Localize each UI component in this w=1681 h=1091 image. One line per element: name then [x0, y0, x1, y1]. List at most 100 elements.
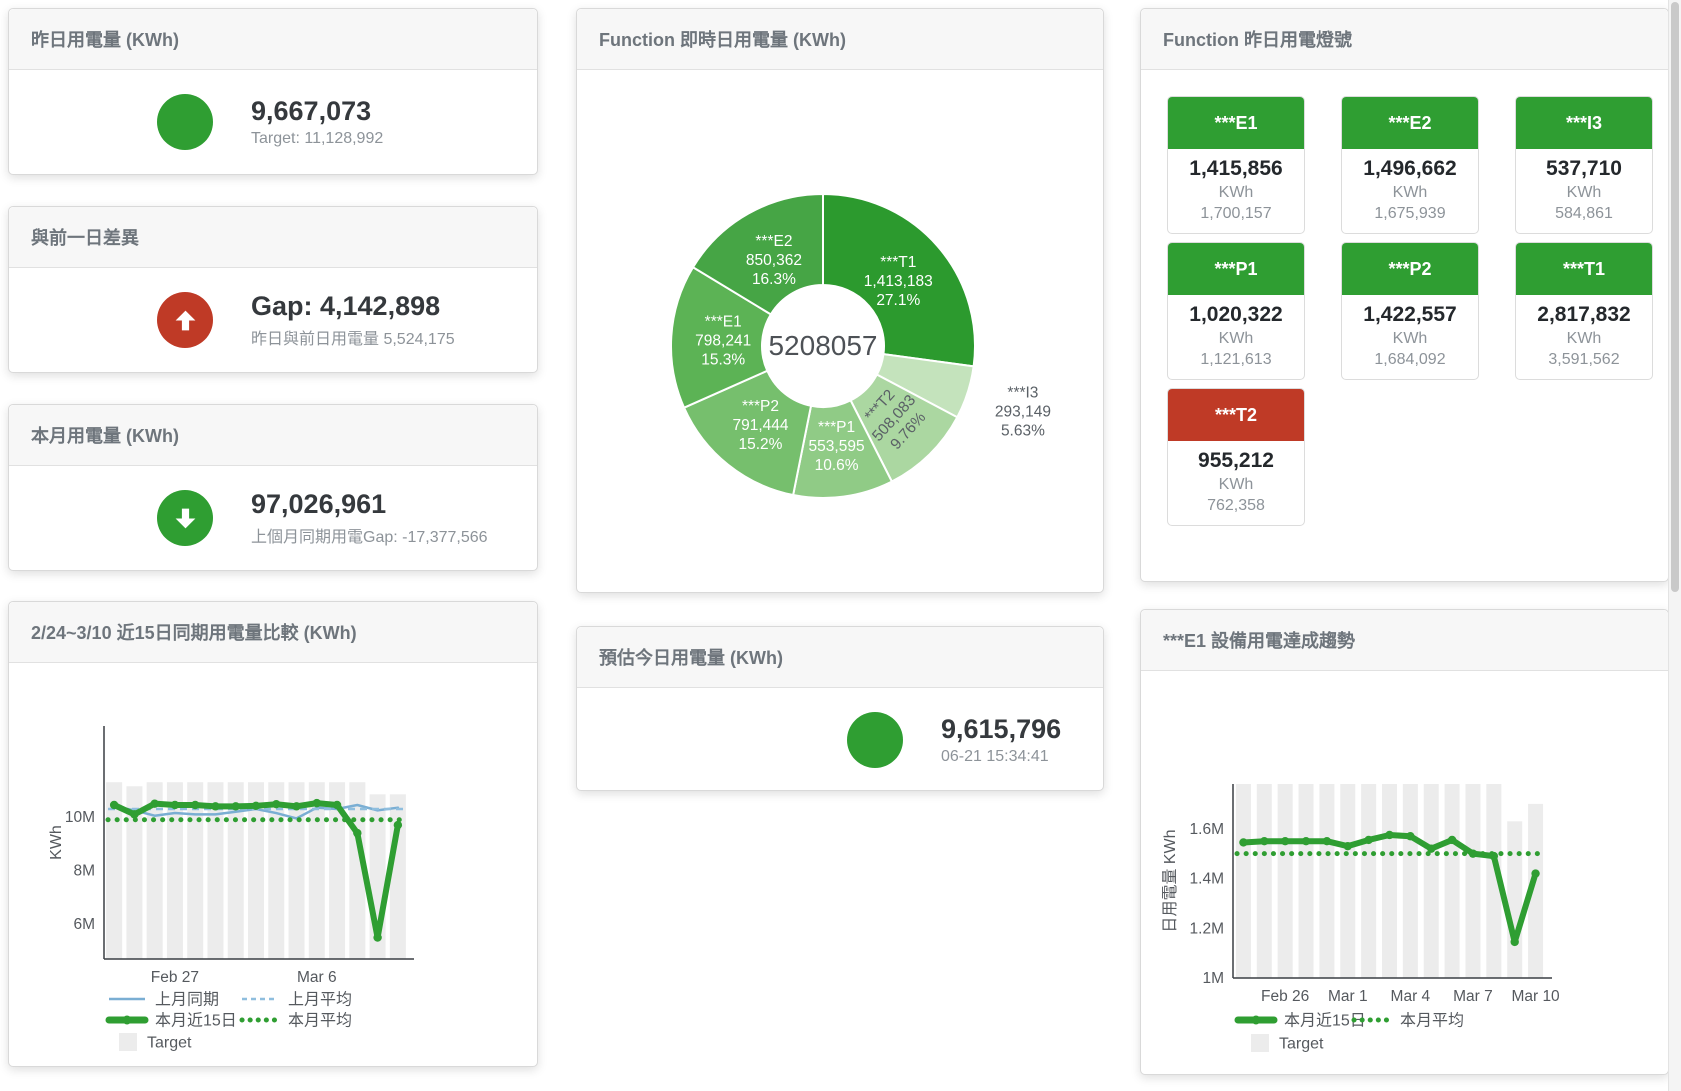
card-title: Function 昨日用電燈號	[1141, 9, 1668, 70]
svg-text:5208057: 5208057	[768, 330, 877, 361]
card-estimate-today: 預估今日用電量 (KWh) 9,615,796 06-21 15:34:41	[576, 626, 1104, 791]
svg-text:1.6M: 1.6M	[1190, 821, 1224, 838]
vertical-scrollbar	[1668, 0, 1681, 1091]
svg-text:Mar 10: Mar 10	[1511, 988, 1560, 1005]
realtime-donut-chart: ***T11,413,18327.1%***I3293,1495.63%***T…	[577, 70, 1105, 590]
lamp-name: ***T1	[1516, 243, 1652, 295]
lamp-name: ***E2	[1342, 97, 1478, 149]
card-e1-trend: ***E1 設備用電達成趨勢 1M 1.2M 1.4M 1.6M Feb 26 Mar 1…	[1140, 609, 1669, 1075]
stat-body: 97,026,961 上個月同期用電Gap: -17,377,566	[9, 466, 537, 570]
lamp-unit: KWh	[1344, 184, 1476, 202]
stat-value: Gap: 4,142,898	[251, 291, 455, 322]
svg-text:上月平均: 上月平均	[288, 991, 352, 1009]
lamp-name: ***I3	[1516, 97, 1652, 149]
lamp-tile-e2: ***E2 1,496,662 KWh 1,675,939	[1341, 96, 1479, 234]
lamp-tile-t1: ***T1 2,817,832 KWh 3,591,562	[1515, 242, 1653, 380]
svg-text:8M: 8M	[73, 863, 95, 880]
lamp-value: 1,415,856	[1170, 157, 1302, 181]
card-title: 與前一日差異	[9, 207, 537, 268]
lamp-unit: KWh	[1170, 184, 1302, 202]
svg-text:Mar 1: Mar 1	[1328, 988, 1368, 1005]
lamp-value: 1,020,322	[1170, 303, 1302, 327]
stat-subtext: 上個月同期用電Gap: -17,377,566	[251, 523, 488, 547]
svg-text:Mar 4: Mar 4	[1391, 988, 1431, 1005]
lamp-tile-e1: ***E1 1,415,856 KWh 1,700,157	[1167, 96, 1305, 234]
arrow-down-circle-icon	[157, 490, 213, 546]
status-circle-green-icon	[157, 94, 213, 150]
svg-text:日用電量 KWh: 日用電量 KWh	[1162, 829, 1179, 932]
lamp-unit: KWh	[1170, 330, 1302, 348]
stat-body: 9,667,073 Target: 11,128,992	[9, 70, 537, 174]
lamp-tile-p2: ***P2 1,422,557 KWh 1,684,092	[1341, 242, 1479, 380]
card-compare-chart: 2/24~3/10 近15日同期用電量比較 (KWh) 6M 8M 10M Feb 2…	[8, 601, 538, 1067]
lamp-target: 3,591,562	[1518, 351, 1650, 369]
lamp-unit: KWh	[1518, 330, 1650, 348]
svg-text:本月平均: 本月平均	[1400, 1012, 1464, 1030]
card-month-usage: 本月用電量 (KWh) 97,026,961 上個月同期用電Gap: -17,3…	[8, 404, 538, 571]
stat-value: 9,667,073	[251, 96, 383, 127]
lamp-tile-p1: ***P1 1,020,322 KWh 1,121,613	[1167, 242, 1305, 380]
svg-text:Feb 26: Feb 26	[1261, 988, 1309, 1005]
e1-trend-line-chart: 1M 1.2M 1.4M 1.6M Feb 26 Mar 1 Mar 4 Mar 7 Mar 1…	[1141, 671, 1668, 1075]
svg-text:Mar 7: Mar 7	[1453, 988, 1493, 1005]
lamp-target: 584,861	[1518, 205, 1650, 223]
card-title: ***E1 設備用電達成趨勢	[1141, 610, 1668, 671]
stat-value: 9,615,796	[941, 714, 1061, 745]
stat-subtext: 昨日與前日用電量 5,524,175	[251, 325, 455, 349]
lamp-value: 2,817,832	[1518, 303, 1650, 327]
card-yesterday-usage: 昨日用電量 (KWh) 9,667,073 Target: 11,128,992	[8, 8, 538, 175]
svg-text:Feb 27: Feb 27	[151, 969, 199, 986]
svg-text:6M: 6M	[73, 916, 95, 933]
card-title: Function 即時日用電量 (KWh)	[577, 9, 1103, 70]
lamp-target: 762,358	[1170, 497, 1302, 515]
lamp-value: 1,496,662	[1344, 157, 1476, 181]
arrow-up-circle-icon	[157, 292, 213, 348]
lamp-unit: KWh	[1344, 330, 1476, 348]
svg-text:1.4M: 1.4M	[1190, 871, 1224, 888]
compare-line-chart: 6M 8M 10M Feb 27 Mar 6 KWh 上月同期 上月平均本月近15日 本月平均 T…	[9, 663, 537, 1067]
card-realtime-donut: Function 即時日用電量 (KWh) ***T11,413,18327.1…	[576, 8, 1104, 593]
svg-text:本月近15日: 本月近15日	[155, 1012, 237, 1030]
svg-text:***I3293,1495.63%: ***I3293,1495.63%	[995, 384, 1051, 439]
arrow-up-icon	[172, 307, 199, 334]
card-title: 2/24~3/10 近15日同期用電量比較 (KWh)	[9, 602, 537, 663]
lamp-unit: KWh	[1170, 476, 1302, 494]
status-circle-green-icon	[847, 712, 903, 768]
card-title: 預估今日用電量 (KWh)	[577, 627, 1103, 688]
arrow-down-icon	[172, 505, 199, 532]
svg-text:Target: Target	[1279, 1036, 1324, 1053]
lamp-name: ***P1	[1168, 243, 1304, 295]
lamp-name: ***T2	[1168, 389, 1304, 441]
lamp-unit: KWh	[1518, 184, 1650, 202]
svg-text:KWh: KWh	[48, 825, 65, 860]
lamp-tile-t2: ***T2 955,212 KWh 762,358	[1167, 388, 1305, 526]
card-title: 本月用電量 (KWh)	[9, 405, 537, 466]
lamp-tile-i3: ***I3 537,710 KWh 584,861	[1515, 96, 1653, 234]
card-lamp-status: Function 昨日用電燈號 ***E1 1,415,856 KWh 1,70…	[1140, 8, 1669, 582]
svg-text:1M: 1M	[1202, 970, 1224, 987]
lamp-target: 1,675,939	[1344, 205, 1476, 223]
lamp-grid: ***E1 1,415,856 KWh 1,700,157 ***E2 1,49…	[1141, 70, 1668, 526]
stat-value: 97,026,961	[251, 489, 488, 520]
lamp-value: 537,710	[1518, 157, 1650, 181]
lamp-value: 955,212	[1170, 449, 1302, 473]
svg-text:Mar 6: Mar 6	[297, 969, 337, 986]
scrollbar-thumb[interactable]	[1671, 2, 1679, 592]
card-title: 昨日用電量 (KWh)	[9, 9, 537, 70]
svg-text:上月同期: 上月同期	[155, 991, 219, 1009]
stat-subtext: Target: 11,128,992	[251, 130, 383, 148]
lamp-target: 1,700,157	[1170, 205, 1302, 223]
lamp-target: 1,121,613	[1170, 351, 1302, 369]
svg-text:Target: Target	[147, 1035, 192, 1052]
card-day-gap: 與前一日差異 Gap: 4,142,898 昨日與前日用電量 5,524,175	[8, 206, 538, 373]
svg-text:10M: 10M	[65, 809, 95, 826]
stat-body: Gap: 4,142,898 昨日與前日用電量 5,524,175	[9, 268, 537, 372]
lamp-target: 1,684,092	[1344, 351, 1476, 369]
svg-text:本月平均: 本月平均	[288, 1012, 352, 1030]
lamp-name: ***E1	[1168, 97, 1304, 149]
stat-timestamp: 06-21 15:34:41	[941, 748, 1061, 766]
svg-text:1.2M: 1.2M	[1190, 920, 1224, 937]
stat-body: 9,615,796 06-21 15:34:41	[577, 688, 1103, 792]
lamp-name: ***P2	[1342, 243, 1478, 295]
lamp-value: 1,422,557	[1344, 303, 1476, 327]
